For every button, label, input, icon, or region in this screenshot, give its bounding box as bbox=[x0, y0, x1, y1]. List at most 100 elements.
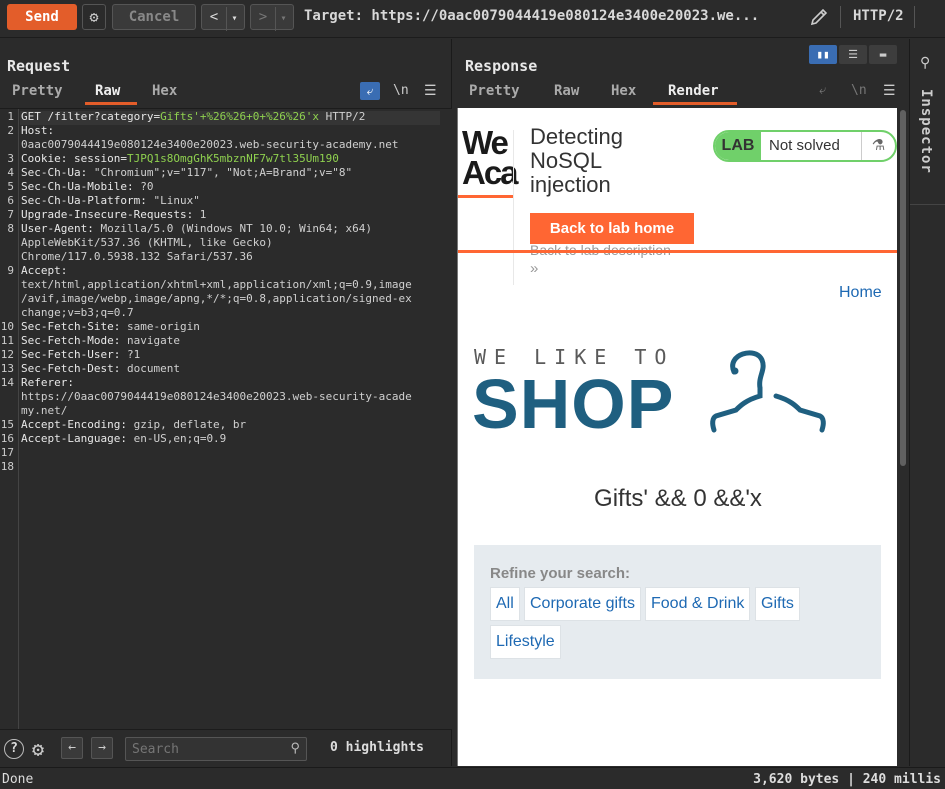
header-value: same-origin bbox=[120, 320, 200, 333]
back-dropdown-icon[interactable]: ▾ bbox=[226, 7, 242, 31]
refine-label: Refine your search: bbox=[490, 565, 631, 582]
line-number: 17 bbox=[0, 446, 14, 459]
forward-arrow-icon: > bbox=[258, 9, 268, 25]
rendered-page: We Aca Detecting NoSQL injection LAB Not … bbox=[457, 108, 897, 766]
code-text: Referer: bbox=[21, 376, 74, 390]
word-wrap-icon[interactable]: ⤶ bbox=[360, 82, 380, 100]
tab-pretty[interactable]: Pretty bbox=[469, 83, 520, 99]
line-number: 15 bbox=[0, 418, 14, 431]
refine-search-panel: Refine your search: All Corporate gifts … bbox=[474, 545, 881, 679]
category-link-lifestyle[interactable]: Lifestyle bbox=[490, 625, 561, 659]
inspector-icon[interactable]: ⚲ bbox=[920, 55, 930, 71]
inspector-tab[interactable]: Inspector bbox=[910, 85, 945, 205]
category-link-corporate-gifts[interactable]: Corporate gifts bbox=[524, 587, 641, 621]
header-value: /avif,image/webp,image/apng,*/*;q=0.8,ap… bbox=[21, 292, 412, 305]
code-text: Accept-Encoding: gzip, deflate, br bbox=[21, 418, 246, 432]
header-key: GET /filter?category= bbox=[21, 110, 161, 123]
lab-status-badge: LAB Not solved ⚗ bbox=[713, 130, 897, 162]
header-value: text/html,application/xhtml+xml,applicat… bbox=[21, 278, 412, 291]
layout-stacked-icon[interactable]: ☰ bbox=[839, 45, 867, 64]
code-text: Sec-Ch-Ua-Platform: "Linux" bbox=[21, 194, 200, 208]
active-tab-indicator bbox=[653, 102, 737, 105]
back-to-lab-home-button[interactable]: Back to lab home bbox=[530, 213, 694, 244]
logo-underline bbox=[458, 195, 513, 198]
word-wrap-icon: ⤶ bbox=[819, 83, 827, 98]
next-match-icon[interactable]: → bbox=[91, 737, 113, 759]
search-input[interactable] bbox=[126, 739, 276, 760]
home-link[interactable]: Home bbox=[839, 284, 882, 302]
header-key: Accept: bbox=[21, 264, 68, 277]
line-number: 18 bbox=[0, 460, 14, 473]
tab-hex[interactable]: Hex bbox=[152, 83, 177, 99]
header-key: Sec-Ch-Ua: bbox=[21, 166, 88, 179]
search-field[interactable]: ⚲ bbox=[125, 737, 307, 761]
tab-raw[interactable]: Raw bbox=[554, 83, 579, 99]
header-key: Referer: bbox=[21, 376, 74, 389]
response-stats: 3,620 bytes | 240 millis bbox=[753, 772, 941, 787]
header-key: Sec-Fetch-Site: bbox=[21, 320, 121, 333]
code-text: https://0aac0079044419e080124e3400e20023… bbox=[21, 390, 412, 404]
line-number: 9 bbox=[7, 264, 14, 277]
header-key: Accept-Language: bbox=[21, 432, 127, 445]
settings-gear-icon[interactable]: ⚙ bbox=[82, 4, 106, 30]
code-text: Accept-Language: en-US,en;q=0.9 bbox=[21, 432, 226, 446]
scroll-thumb[interactable] bbox=[900, 110, 906, 466]
target-url[interactable]: Target: https://0aac0079044419e080124e34… bbox=[304, 8, 759, 24]
help-icon[interactable]: ? bbox=[4, 739, 24, 759]
category-link-gifts[interactable]: Gifts bbox=[755, 587, 800, 621]
header-key: Accept-Encoding: bbox=[21, 418, 127, 431]
layout-side-by-side-icon[interactable]: ▮▮ bbox=[809, 45, 837, 64]
code-text: Chrome/117.0.5938.132 Safari/537.36 bbox=[21, 250, 253, 264]
back-button[interactable]: < ▾ bbox=[201, 4, 245, 31]
code-text: change;v=b3;q=0.7 bbox=[21, 306, 134, 320]
forward-dropdown-icon[interactable]: ▾ bbox=[275, 7, 291, 31]
send-button[interactable]: Send bbox=[7, 4, 77, 30]
layout-single-icon[interactable]: ▬ bbox=[869, 45, 897, 64]
settings-gear-icon[interactable]: ⚙ bbox=[32, 737, 44, 761]
request-editor[interactable]: 1 GET /filter?category=Gifts'+%26%26+0+%2… bbox=[0, 108, 452, 730]
previous-match-icon[interactable]: ← bbox=[61, 737, 83, 759]
menu-icon[interactable]: ☰ bbox=[883, 83, 896, 99]
forward-button[interactable]: > ▾ bbox=[250, 4, 294, 31]
category-link-food-drink[interactable]: Food & Drink bbox=[645, 587, 751, 621]
tab-render[interactable]: Render bbox=[668, 83, 719, 99]
header-value: navigate bbox=[120, 334, 180, 347]
edit-pencil-icon[interactable] bbox=[808, 6, 830, 28]
header-value: "Chromium";v="117", "Not;A=Brand";v="8" bbox=[87, 166, 353, 179]
response-pane: Response ▮▮ ☰ ▬ Pretty Raw Hex Render ⤶ … bbox=[453, 39, 909, 766]
tab-pretty[interactable]: Pretty bbox=[12, 83, 63, 99]
lab-header: We Aca Detecting NoSQL injection LAB Not … bbox=[458, 108, 897, 285]
header-value: en-US,en;q=0.9 bbox=[126, 432, 227, 445]
menu-icon[interactable]: ☰ bbox=[424, 83, 437, 99]
header-value: https://0aac0079044419e080124e3400e20023… bbox=[21, 390, 412, 403]
double-chevron-icon: » bbox=[530, 260, 539, 277]
line-number: 16 bbox=[0, 432, 14, 445]
code-text: GET /filter?category=Gifts'+%26%26+0+%26… bbox=[21, 110, 365, 124]
http-version[interactable]: HTTP/2 bbox=[853, 8, 904, 24]
header-value: gzip, deflate, br bbox=[126, 418, 247, 431]
header-key: Sec-Ch-Ua-Mobile: bbox=[21, 180, 134, 193]
tab-hex[interactable]: Hex bbox=[611, 83, 636, 99]
toolbar-divider bbox=[840, 6, 841, 28]
code-text: User-Agent: Mozilla/5.0 (Windows NT 10.0… bbox=[21, 222, 372, 236]
header-value: ?1 bbox=[120, 348, 141, 361]
line-number: 10 bbox=[0, 320, 14, 333]
request-footer: ? ⚙ ← → ⚲ 0 highlights bbox=[0, 729, 452, 766]
header-value: 0aac0079044419e080124e3400e20023.web-sec… bbox=[21, 138, 399, 151]
render-scrollbar[interactable] bbox=[899, 108, 907, 766]
code-text: Sec-Ch-Ua: "Chromium";v="117", "Not;A=Br… bbox=[21, 166, 352, 180]
active-tab-indicator bbox=[85, 102, 137, 105]
academy-logo[interactable]: We Aca bbox=[462, 126, 519, 189]
status-bar: Done 3,620 bytes | 240 millis bbox=[0, 767, 945, 789]
line-number: 5 bbox=[7, 180, 14, 193]
newline-toggle-icon[interactable]: \n bbox=[393, 83, 409, 98]
response-title: Response bbox=[465, 57, 538, 75]
code-text: Sec-Fetch-Dest: document bbox=[21, 362, 180, 376]
header-divider bbox=[513, 130, 514, 285]
header-value: 1 bbox=[193, 208, 207, 221]
code-text: Sec-Fetch-Site: same-origin bbox=[21, 320, 200, 334]
inspector-sidebar: ⚲ Inspector bbox=[909, 39, 945, 766]
category-link-all[interactable]: All bbox=[490, 587, 520, 621]
tab-raw[interactable]: Raw bbox=[95, 83, 120, 99]
cancel-button[interactable]: Cancel bbox=[112, 4, 196, 30]
